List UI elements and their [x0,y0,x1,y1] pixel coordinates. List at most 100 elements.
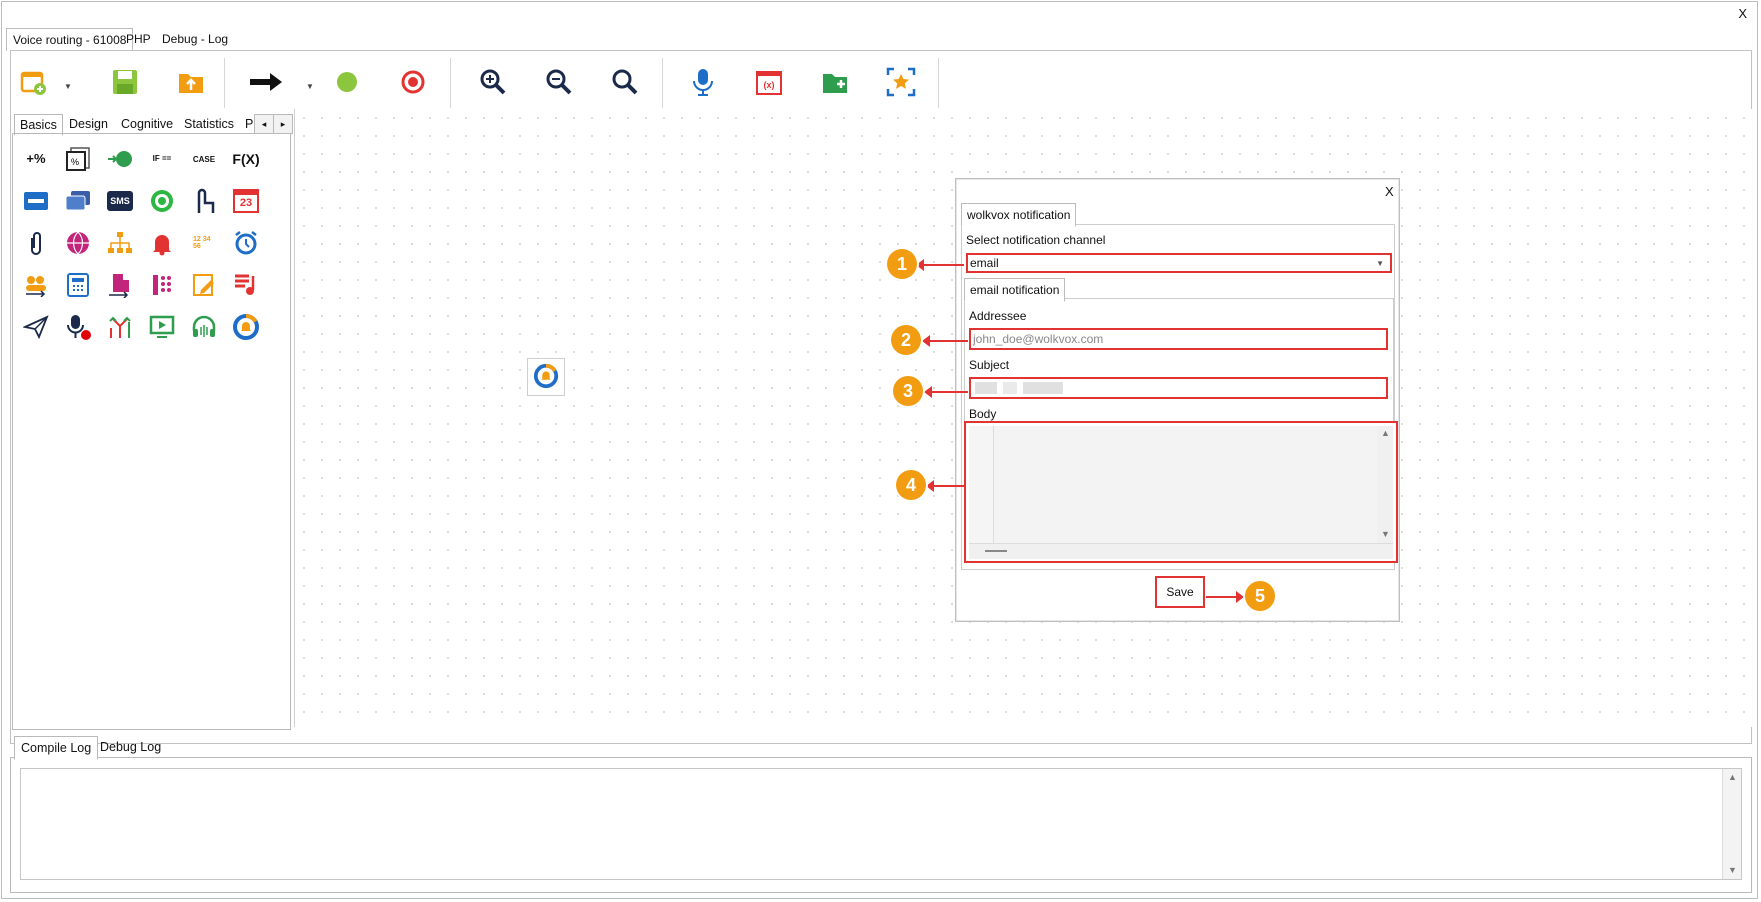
percent-table-icon[interactable]: % [63,144,93,174]
web-globe-icon[interactable] [63,228,93,258]
audio-headset-icon[interactable] [189,312,219,342]
select-area-icon [886,67,916,100]
save-button[interactable]: Save [1155,576,1205,608]
tab-design[interactable]: Design [64,114,113,134]
music-playlist-icon[interactable] [231,270,261,300]
tabs-next-button[interactable]: ▸ [273,114,293,134]
connector-arrow-button[interactable] [250,66,284,100]
zoom-in-button[interactable] [476,66,510,100]
calendar-icon[interactable]: 23 [231,186,261,216]
svg-text:%: % [71,157,79,167]
dialog-close-button[interactable]: X [1385,184,1394,199]
tab-debug-log[interactable]: Debug - Log [156,28,234,50]
redacted-text [975,382,997,394]
start-icon [336,71,358,96]
callout-badge-4: 4 [896,470,926,500]
callout-badge-1: 1 [887,249,917,279]
microphone-button[interactable] [686,66,720,100]
callout-badge-5: 5 [1245,581,1275,611]
variables-button[interactable]: (x) [752,66,786,100]
toolbar-separator [450,58,451,108]
chevron-down-icon: ▼ [1376,259,1384,268]
whatsapp-icon[interactable] [147,186,177,216]
cards-icon[interactable] [63,186,93,216]
calculator-icon[interactable]: +% [21,144,51,174]
tab-statistics[interactable]: Statistics [179,114,239,134]
alarm-clock-icon[interactable] [231,228,261,258]
tabs-prev-button[interactable]: ◂ [254,114,274,134]
new-flow-dropdown-arrow[interactable]: ▼ [64,82,72,91]
say-numbers-icon[interactable]: 12 34 56 [189,228,219,258]
scroll-up-icon[interactable]: ▲ [1381,428,1390,438]
zoom-fit-icon [611,68,639,99]
notification-icon [533,363,559,392]
callout-arrow [1206,591,1244,603]
tab-wolkvox-notification[interactable]: wolkvox notification [961,203,1077,227]
play-video-icon[interactable] [147,312,177,342]
channel-select[interactable]: email ▼ [966,253,1392,273]
card-reader-icon[interactable] [21,186,51,216]
tab-php[interactable]: PHP [120,28,157,50]
note-edit-icon[interactable] [189,270,219,300]
tab-email-notification[interactable]: email notification [964,278,1066,302]
channel-label: Select notification channel [966,233,1106,247]
add-folder-button[interactable] [818,66,852,100]
notification-icon[interactable] [231,312,261,342]
variables-icon: (x) [756,71,782,95]
send-paper-plane-icon[interactable] [21,312,51,342]
function-icon[interactable]: F(X) [231,144,261,174]
zoom-out-button[interactable] [542,66,576,100]
save-icon [111,68,139,99]
if-then-else-icon[interactable]: IF == [147,144,177,174]
stop-button[interactable] [396,66,430,100]
upload-button[interactable] [174,66,208,100]
body-horizontal-scrollbar[interactable] [969,543,1393,559]
sms-icon[interactable]: SMS [105,186,135,216]
scroll-down-icon[interactable]: ▼ [1728,865,1737,875]
alarm-bell-icon[interactable] [147,228,177,258]
callout-arrow [922,335,968,347]
callout-badge-3: 3 [893,376,923,406]
scroll-thumb[interactable] [985,550,1007,552]
dial-phone-icon[interactable] [147,270,177,300]
global-variable-icon[interactable] [105,144,135,174]
new-flow-button[interactable] [16,66,50,100]
redacted-text [1003,382,1017,394]
select-area-button[interactable] [884,66,918,100]
callout-badge-2: 2 [891,325,921,355]
zoom-out-icon [545,68,573,99]
toolbar: ▼ ▼ (x) [12,52,1750,112]
split-route-icon[interactable] [105,312,135,342]
channel-value: email [970,256,999,270]
record-voice-icon[interactable] [63,312,93,342]
save-button-toolbar[interactable] [108,66,142,100]
subject-label: Subject [969,358,1010,372]
microphone-icon [691,67,715,100]
ivr-phone-icon[interactable] [63,270,93,300]
log-textarea[interactable] [20,768,1742,880]
tab-voice-routing[interactable]: Voice routing - 61008 [6,28,134,51]
zoom-fit-button[interactable] [608,66,642,100]
add-folder-icon [821,69,849,98]
scroll-down-icon[interactable]: ▼ [1381,529,1390,539]
scroll-up-icon[interactable]: ▲ [1728,772,1737,782]
connector-dropdown-arrow[interactable]: ▼ [306,82,314,91]
tab-compile-log[interactable]: Compile Log [14,736,99,760]
addressee-input[interactable]: john_doe@wolkvox.com [969,328,1388,350]
subject-input[interactable] [969,377,1388,399]
attachment-icon[interactable] [21,228,51,258]
building-transfer-icon[interactable] [105,270,135,300]
hierarchy-icon[interactable] [105,228,135,258]
start-button[interactable] [330,66,364,100]
body-editor[interactable] [969,426,1393,558]
touch-input-icon[interactable] [189,186,219,216]
body-scrollbar[interactable]: ▲ ▼ [1377,426,1393,543]
app-close-button[interactable]: X [1738,6,1747,21]
tab-debug-log-panel[interactable]: Debug Log [94,736,167,758]
queue-transfer-icon[interactable] [21,270,51,300]
log-scrollbar[interactable]: ▲ ▼ [1722,769,1741,879]
notification-node[interactable] [527,358,565,396]
tab-cognitive[interactable]: Cognitive [116,114,178,134]
case-icon[interactable]: CASE [189,144,219,174]
new-flow-icon [18,67,48,100]
